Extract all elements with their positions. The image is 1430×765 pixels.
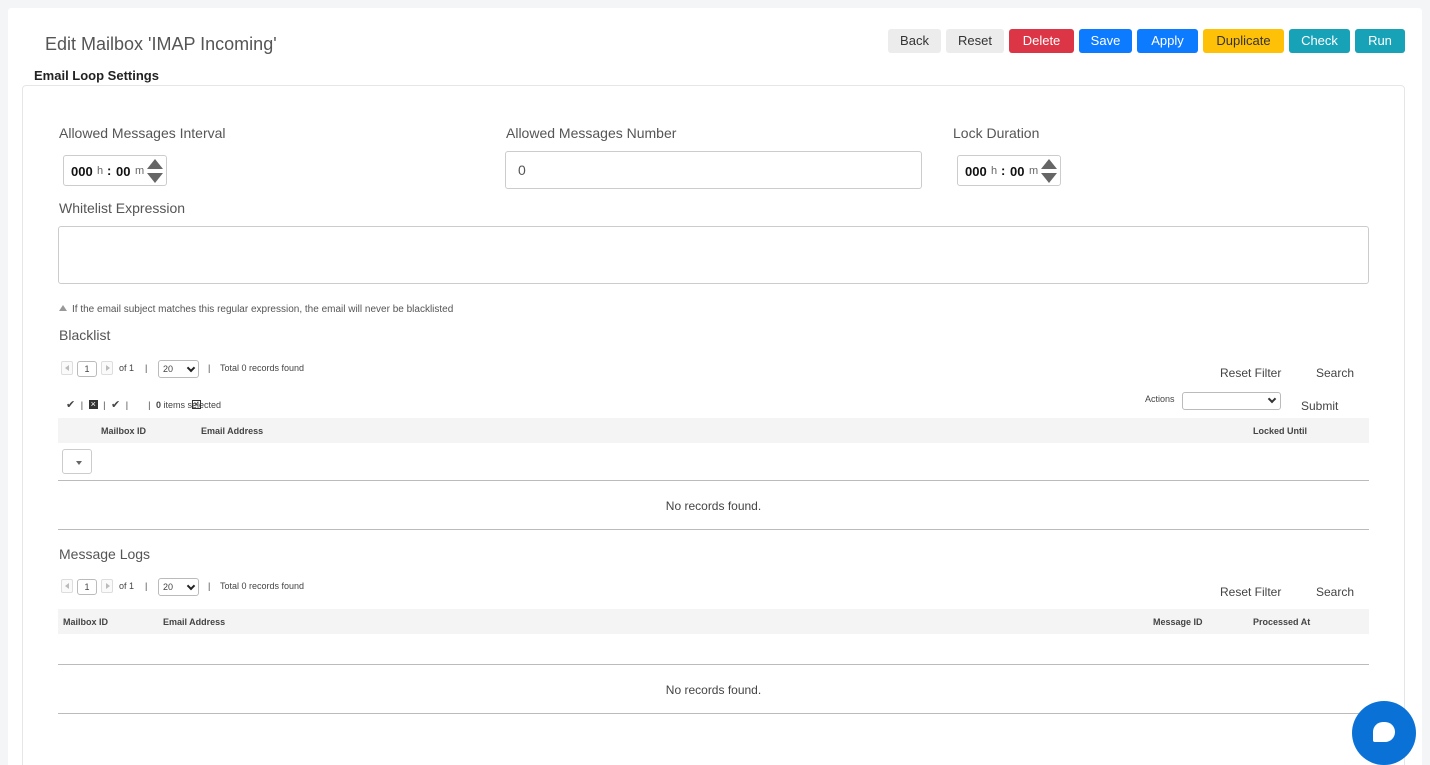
pager-separator: | xyxy=(145,363,148,373)
time-separator: : xyxy=(1001,163,1006,178)
whitelist-hint: If the email subject matches this regula… xyxy=(59,304,453,315)
uncheck-icon[interactable] xyxy=(191,398,201,410)
divider xyxy=(58,664,1369,665)
save-button[interactable]: Save xyxy=(1079,29,1132,53)
page-size-select[interactable]: 20 xyxy=(158,578,199,596)
caret-down-icon[interactable] xyxy=(1041,173,1057,183)
run-button[interactable]: Run xyxy=(1355,29,1405,53)
prev-page-icon[interactable] xyxy=(61,361,73,375)
page-count: of 1 xyxy=(119,363,135,373)
pager-separator: | xyxy=(208,363,211,373)
caret-up-icon[interactable] xyxy=(147,159,163,169)
page-size-select[interactable]: 20 xyxy=(158,360,199,378)
next-page-icon[interactable] xyxy=(101,579,113,593)
blacklist-search-link[interactable]: Search xyxy=(1316,366,1354,380)
minutes-unit: m xyxy=(1029,165,1039,177)
hours-unit: h xyxy=(97,165,104,177)
actions-label: Actions xyxy=(1145,394,1175,404)
time-separator: : xyxy=(107,163,112,178)
caret-up-icon xyxy=(59,305,67,311)
divider xyxy=(58,480,1369,481)
divider xyxy=(58,529,1369,530)
whitelist-expression-textarea[interactable] xyxy=(58,226,1369,284)
whitelist-hint-text: If the email subject matches this regula… xyxy=(72,304,454,315)
lock-spinner[interactable] xyxy=(1040,158,1058,185)
message-logs-title: Message Logs xyxy=(59,546,151,562)
interval-duration-input[interactable]: 000 h : 00 m xyxy=(63,155,167,186)
page-number-input[interactable]: 1 xyxy=(77,579,97,595)
submit-link[interactable]: Submit xyxy=(1301,399,1338,413)
deselect-all-icon[interactable] xyxy=(88,398,98,410)
lock-minutes[interactable]: 00 xyxy=(1010,164,1024,179)
lock-hours[interactable]: 000 xyxy=(965,164,987,179)
divider xyxy=(58,713,1369,714)
pager-separator: | xyxy=(208,581,211,591)
bulk-selection-bar: ✔ | | ✔ | | 0 items selected xyxy=(66,398,221,411)
total-records: Total 0 records found xyxy=(220,581,305,591)
interval-label: Allowed Messages Interval xyxy=(59,125,226,141)
interval-spinner[interactable] xyxy=(146,158,164,185)
column-header[interactable]: Locked Until xyxy=(1253,426,1307,436)
pager-separator: | xyxy=(145,581,148,591)
column-header[interactable]: Email Address xyxy=(163,617,225,627)
check-icon[interactable]: ✔ xyxy=(111,398,120,411)
column-header[interactable]: Message ID xyxy=(1153,617,1203,627)
page-size-value: 20 xyxy=(163,582,174,592)
blacklist-table-header: Mailbox ID Email Address Locked Until xyxy=(58,418,1369,443)
column-header[interactable]: Mailbox ID xyxy=(63,617,108,627)
page-size-value: 20 xyxy=(163,364,174,374)
check-button[interactable]: Check xyxy=(1289,29,1350,53)
minutes-unit: m xyxy=(135,165,145,177)
column-header[interactable]: Processed At xyxy=(1253,617,1310,627)
column-header[interactable]: Mailbox ID xyxy=(101,426,146,436)
page-count: of 1 xyxy=(119,581,135,591)
lock-duration-label: Lock Duration xyxy=(953,125,1040,141)
apply-button[interactable]: Apply xyxy=(1137,29,1198,53)
prev-page-icon[interactable] xyxy=(61,579,73,593)
logs-table-header: Mailbox ID Email Address Message ID Proc… xyxy=(58,609,1369,634)
delete-button[interactable]: Delete xyxy=(1009,29,1074,53)
blacklist-empty-message: No records found. xyxy=(665,499,762,513)
chat-bubble-icon[interactable] xyxy=(1352,701,1416,765)
back-button[interactable]: Back xyxy=(888,29,941,53)
actions-select[interactable] xyxy=(1182,392,1281,410)
blacklist-reset-filter-link[interactable]: Reset Filter xyxy=(1220,366,1281,380)
selected-count: 0 xyxy=(155,399,161,410)
lock-duration-input[interactable]: 000 h : 00 m xyxy=(957,155,1061,186)
total-records: Total 0 records found xyxy=(220,363,305,373)
chevron-down-icon xyxy=(186,581,196,591)
column-header[interactable]: Email Address xyxy=(201,426,263,436)
section-title: Email Loop Settings xyxy=(34,68,159,83)
logs-reset-filter-link[interactable]: Reset Filter xyxy=(1220,585,1281,599)
check-all-icon[interactable]: ✔ xyxy=(66,398,75,411)
interval-minutes[interactable]: 00 xyxy=(116,164,130,179)
logs-empty-message: No records found. xyxy=(665,683,762,697)
caret-up-icon[interactable] xyxy=(1041,159,1057,169)
next-page-icon[interactable] xyxy=(101,361,113,375)
number-label: Allowed Messages Number xyxy=(506,125,677,141)
blacklist-title: Blacklist xyxy=(59,327,111,343)
caret-down-icon[interactable] xyxy=(147,173,163,183)
mailbox-filter-dropdown[interactable] xyxy=(62,449,92,474)
reset-button[interactable]: Reset xyxy=(946,29,1004,53)
logs-search-link[interactable]: Search xyxy=(1316,585,1354,599)
chevron-down-icon xyxy=(1267,394,1277,404)
duplicate-button[interactable]: Duplicate xyxy=(1203,29,1284,53)
chevron-down-icon xyxy=(186,363,196,373)
allowed-messages-number-input[interactable]: 0 xyxy=(505,151,922,189)
page-title: Edit Mailbox 'IMAP Incoming' xyxy=(45,34,277,54)
page-number-input[interactable]: 1 xyxy=(77,361,97,377)
interval-hours[interactable]: 000 xyxy=(71,164,93,179)
hours-unit: h xyxy=(991,165,998,177)
whitelist-label: Whitelist Expression xyxy=(59,200,186,216)
